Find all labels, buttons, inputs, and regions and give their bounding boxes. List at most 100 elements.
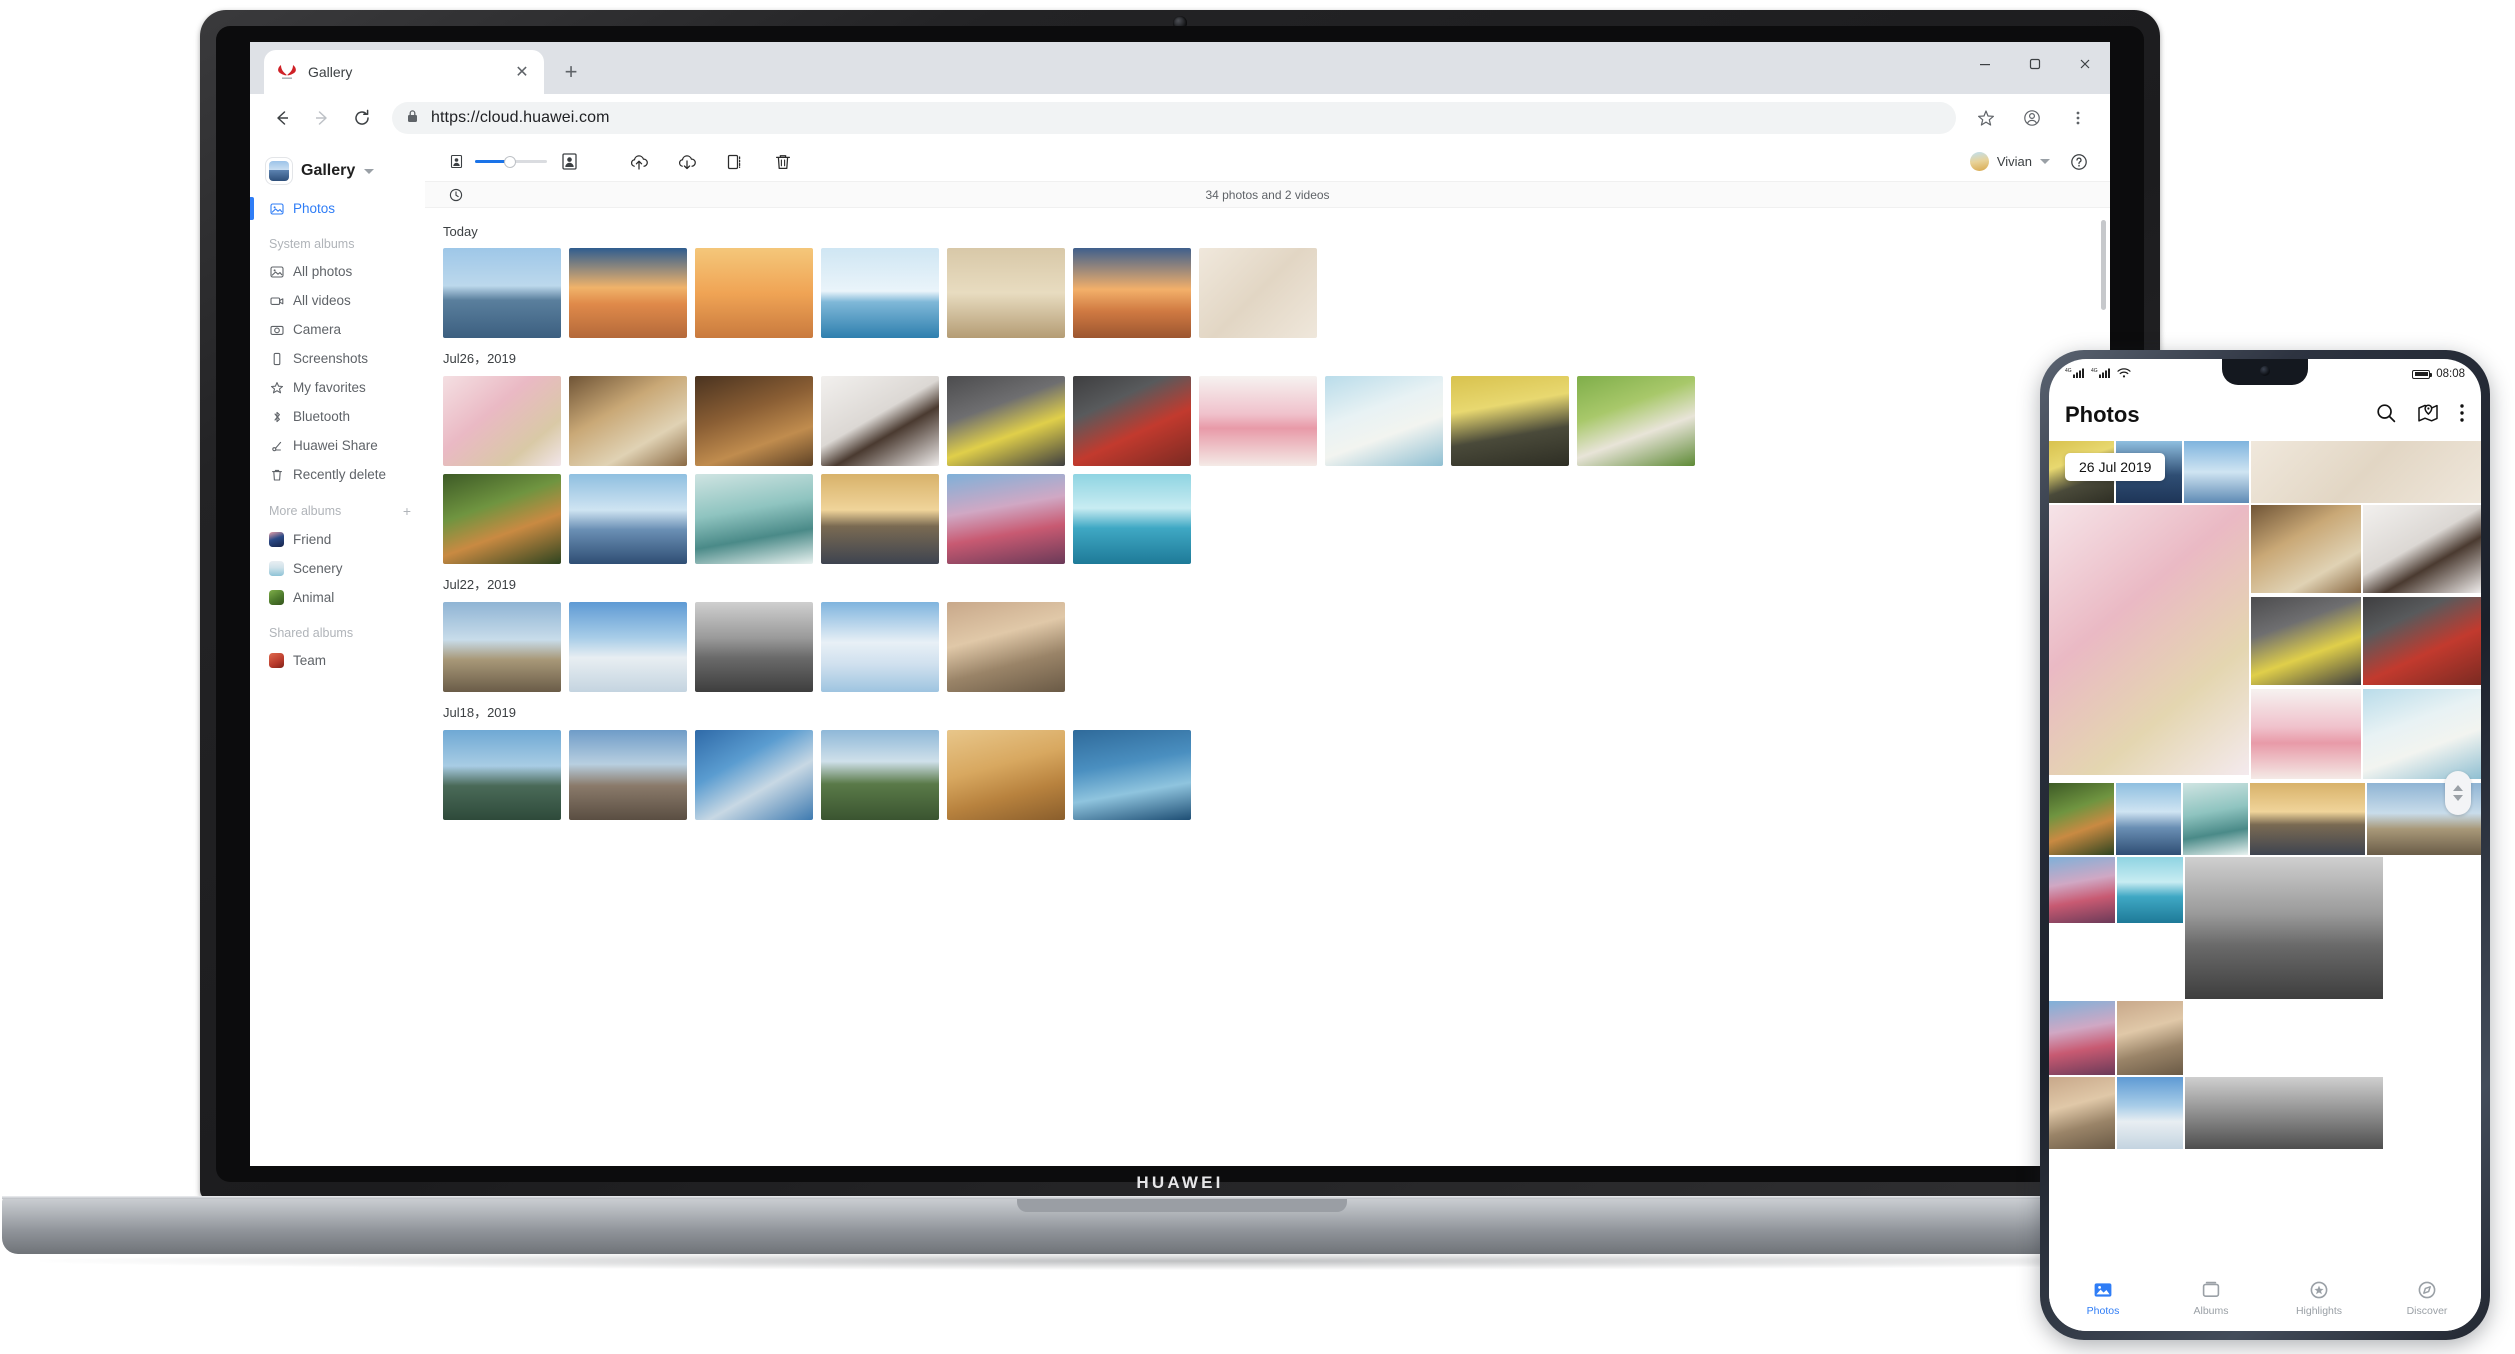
forward-icon[interactable] <box>304 100 340 136</box>
photo-thumbnail[interactable] <box>1577 376 1695 466</box>
photo-thumbnail[interactable] <box>947 376 1065 466</box>
photo-thumbnail[interactable] <box>569 730 687 820</box>
photo-thumbnail[interactable] <box>821 376 939 466</box>
photo-thumbnail[interactable] <box>2116 783 2182 855</box>
sidebar-item-scenery[interactable]: Scenery <box>250 554 425 583</box>
photo-thumbnail[interactable] <box>2117 1001 2183 1075</box>
chevron-down-icon[interactable] <box>2453 795 2463 801</box>
sidebar-item-recently-delete[interactable]: Recently delete <box>250 460 425 489</box>
user-menu[interactable]: Vivian <box>1969 152 2050 171</box>
photo-thumbnail[interactable] <box>1199 376 1317 466</box>
photo-thumbnail[interactable] <box>2117 857 2183 923</box>
photo-thumbnail[interactable] <box>443 248 561 338</box>
photo-thumbnail[interactable] <box>2251 441 2481 503</box>
search-icon[interactable] <box>2375 402 2397 429</box>
browser-tab-gallery[interactable]: Gallery ✕ <box>264 50 544 94</box>
photo-thumbnail[interactable] <box>569 474 687 564</box>
photo-thumbnail[interactable] <box>1073 248 1191 338</box>
photo-thumbnail[interactable] <box>2049 783 2115 855</box>
photo-thumbnail[interactable] <box>695 474 813 564</box>
photo-thumbnail[interactable] <box>2250 783 2365 855</box>
photo-thumbnail[interactable] <box>2049 1001 2115 1075</box>
phone-tab-highlights[interactable]: Highlights <box>2265 1280 2373 1317</box>
scrollbar[interactable] <box>2101 220 2106 310</box>
photo-thumbnail[interactable] <box>1073 376 1191 466</box>
slider-track[interactable] <box>475 155 547 168</box>
map-pin-icon[interactable] <box>2417 402 2439 429</box>
photo-thumbnail[interactable] <box>2185 1077 2383 1149</box>
photo-thumbnail[interactable] <box>569 602 687 692</box>
kebab-menu-icon[interactable] <box>2459 402 2465 429</box>
phone-tab-discover[interactable]: Discover <box>2373 1280 2481 1317</box>
photo-thumbnail[interactable] <box>947 730 1065 820</box>
photo-thumbnail[interactable] <box>569 376 687 466</box>
sidebar-item-all-videos[interactable]: All videos <box>250 286 425 315</box>
url-input[interactable]: https://cloud.huawei.com <box>392 102 1956 134</box>
profile-icon[interactable] <box>2014 100 2050 136</box>
photo-thumbnail[interactable] <box>443 376 561 466</box>
sidebar-item-photos[interactable]: Photos <box>250 194 425 223</box>
sidebar-item-huawei-share[interactable]: Huawei Share <box>250 431 425 460</box>
chevron-down-icon[interactable] <box>2040 159 2050 164</box>
photo-thumbnail[interactable] <box>1325 376 1443 466</box>
photo-thumbnail[interactable] <box>2363 597 2481 685</box>
photo-thumbnail[interactable] <box>821 730 939 820</box>
sidebar-brand[interactable]: Gallery <box>250 150 425 194</box>
photo-thumbnail[interactable] <box>443 730 561 820</box>
photo-thumbnail[interactable] <box>947 602 1065 692</box>
help-icon[interactable] <box>2066 149 2092 175</box>
sidebar-item-all-photos[interactable]: All photos <box>250 257 425 286</box>
delete-icon[interactable] <box>770 149 796 175</box>
bookmark-star-icon[interactable] <box>1968 100 2004 136</box>
new-tab-button[interactable]: + <box>554 55 588 89</box>
photo-thumbnail[interactable] <box>1199 248 1317 338</box>
sidebar-item-animal[interactable]: Animal <box>250 583 425 612</box>
kebab-menu-icon[interactable] <box>2060 100 2096 136</box>
photo-thumbnail[interactable] <box>1073 730 1191 820</box>
photo-thumbnail[interactable] <box>2183 441 2250 503</box>
photo-thumbnail[interactable] <box>821 474 939 564</box>
photo-thumbnail[interactable] <box>569 248 687 338</box>
back-icon[interactable] <box>264 100 300 136</box>
photo-thumbnail[interactable] <box>2363 505 2481 593</box>
photo-thumbnail[interactable] <box>695 730 813 820</box>
small-thumbnail-icon[interactable] <box>443 149 469 175</box>
reload-icon[interactable] <box>344 100 380 136</box>
sidebar-item-friend[interactable]: Friend <box>250 525 425 554</box>
close-icon[interactable]: ✕ <box>512 62 532 82</box>
sidebar-item-screenshots[interactable]: Screenshots <box>250 344 425 373</box>
photo-thumbnail[interactable] <box>2117 1077 2183 1149</box>
add-album-button[interactable]: + <box>403 503 411 519</box>
photo-thumbnail[interactable] <box>947 474 1065 564</box>
photo-thumbnail[interactable] <box>2251 689 2361 779</box>
photo-thumbnail[interactable] <box>2049 857 2115 923</box>
photo-thumbnail[interactable] <box>695 376 813 466</box>
photo-thumbnail[interactable] <box>821 602 939 692</box>
photo-thumbnail[interactable] <box>2251 505 2361 593</box>
photo-thumbnail[interactable] <box>2049 505 2249 775</box>
photo-thumbnail[interactable] <box>2183 783 2249 855</box>
large-thumbnail-icon[interactable] <box>556 149 582 175</box>
sidebar-item-my-favorites[interactable]: My favorites <box>250 373 425 402</box>
scroll-indicator[interactable] <box>2445 771 2471 815</box>
thumbnail-size-slider[interactable] <box>475 155 547 168</box>
photo-thumbnail[interactable] <box>1073 474 1191 564</box>
sidebar-item-camera[interactable]: Camera <box>250 315 425 344</box>
photo-thumbnail[interactable] <box>1451 376 1569 466</box>
phone-tab-photos[interactable]: Photos <box>2049 1280 2157 1317</box>
close-window-button[interactable] <box>2060 42 2110 86</box>
maximize-button[interactable] <box>2010 42 2060 86</box>
photo-thumbnail[interactable] <box>821 248 939 338</box>
sidebar-item-bluetooth[interactable]: Bluetooth <box>250 402 425 431</box>
chevron-down-icon[interactable] <box>364 168 375 174</box>
photo-thumbnail[interactable] <box>443 602 561 692</box>
photo-thumbnail[interactable] <box>2251 597 2361 685</box>
photo-thumbnail[interactable] <box>947 248 1065 338</box>
photo-thumbnail[interactable] <box>695 248 813 338</box>
slider-knob[interactable] <box>503 155 516 168</box>
copy-icon[interactable] <box>722 149 748 175</box>
clock-icon[interactable] <box>443 182 469 208</box>
photo-thumbnail[interactable] <box>695 602 813 692</box>
sidebar-item-team[interactable]: Team <box>250 646 425 675</box>
minimize-button[interactable] <box>1960 42 2010 86</box>
